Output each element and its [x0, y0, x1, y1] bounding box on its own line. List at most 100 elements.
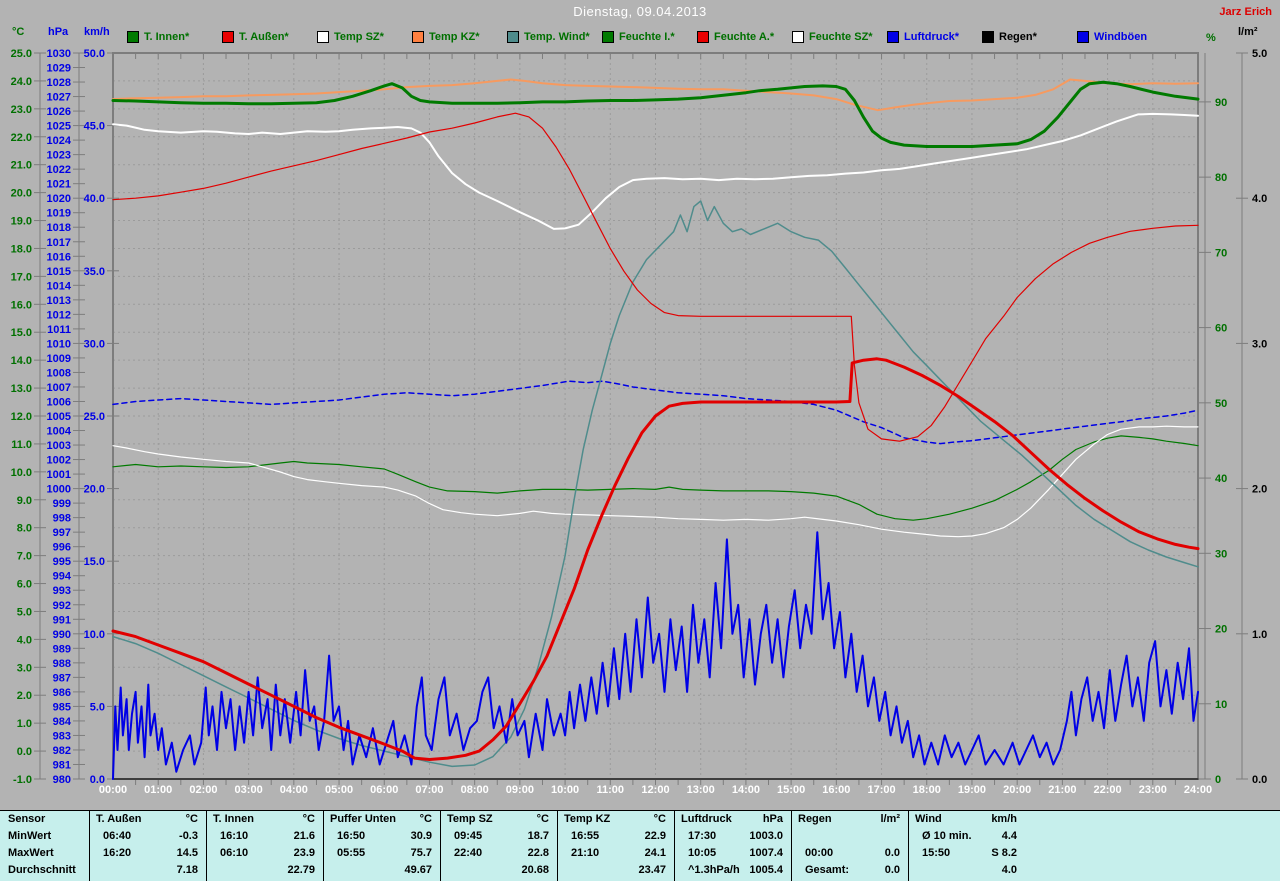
- svg-text:20:00: 20:00: [1003, 784, 1031, 796]
- table-column-regen: Regen l/m² 00:00 0.0 Gesamt: 0.0: [791, 811, 908, 881]
- table-cell-time: ^1.3hPa/h: [688, 864, 740, 876]
- table-col-unit: °C: [536, 813, 549, 825]
- chart-plot-area[interactable]: -1.0 0.0 1.0 2.0 3.0 4.0 5.0 6.0 7.0 8.0 9.0 10.0 11…: [0, 0, 1280, 806]
- svg-text:22.0: 22.0: [11, 132, 32, 144]
- svg-text:990: 990: [53, 629, 71, 641]
- svg-text:23.0: 23.0: [11, 104, 32, 116]
- svg-text:1023: 1023: [47, 150, 71, 162]
- svg-text:17:00: 17:00: [867, 784, 895, 796]
- table-col-unit: °C: [185, 813, 198, 825]
- svg-text:1002: 1002: [47, 455, 71, 467]
- svg-text:1.0: 1.0: [17, 718, 32, 730]
- svg-text:1.0: 1.0: [1252, 629, 1267, 641]
- svg-text:20: 20: [1215, 624, 1227, 636]
- svg-text:1004: 1004: [47, 426, 72, 438]
- svg-text:1001: 1001: [47, 469, 71, 481]
- svg-text:10: 10: [1215, 699, 1227, 711]
- table-column-puffer-unten: Puffer Unten °C 16:50 30.9 05:55 75.7 49.67: [323, 811, 440, 881]
- table-cell-time: [558, 862, 571, 879]
- svg-text:03:00: 03:00: [235, 784, 263, 796]
- svg-text:997: 997: [53, 527, 71, 539]
- table-cell-time: 16:20: [103, 847, 132, 859]
- celsius-axis: -1.0 0.0 1.0 2.0 3.0 4.0 5.0 6.0 7.0 8.0 9.0 10.0 11…: [11, 48, 46, 786]
- svg-text:989: 989: [53, 643, 71, 655]
- table-cell-value: 22.9: [644, 830, 666, 842]
- svg-text:1016: 1016: [47, 251, 71, 263]
- svg-text:1027: 1027: [47, 92, 71, 104]
- svg-text:19:00: 19:00: [958, 784, 986, 796]
- table-cell-value: 0.0: [884, 864, 900, 876]
- svg-text:35.0: 35.0: [84, 266, 105, 278]
- table-column-temp-sz: Temp SZ °C 09:45 18.7 22:40 22.8 20.68: [440, 811, 557, 881]
- svg-text:980: 980: [53, 774, 71, 786]
- svg-text:21.0: 21.0: [11, 160, 32, 172]
- svg-text:-1.0: -1.0: [13, 774, 32, 786]
- svg-text:10.0: 10.0: [11, 467, 32, 479]
- table-cell-value: 49.67: [404, 864, 432, 876]
- svg-text:5.0: 5.0: [90, 701, 105, 713]
- x-axis-labels: 00:00 01:00 02:00 03:00 04:00 05:00 06:00 07:00…: [99, 784, 1212, 796]
- svg-text:1005: 1005: [47, 411, 71, 423]
- table-cell-time: 22:40: [454, 847, 483, 859]
- table-cell-time: 10:05: [688, 847, 717, 859]
- table-col-name: T. Innen: [213, 813, 254, 825]
- svg-text:01:00: 01:00: [144, 784, 172, 796]
- svg-text:16:00: 16:00: [822, 784, 850, 796]
- table-cell-time: [792, 828, 805, 845]
- svg-text:05:00: 05:00: [325, 784, 353, 796]
- svg-text:40.0: 40.0: [84, 193, 105, 205]
- svg-text:6.0: 6.0: [17, 579, 32, 591]
- svg-text:14.0: 14.0: [11, 355, 32, 367]
- svg-text:25.0: 25.0: [11, 48, 32, 60]
- svg-text:1021: 1021: [47, 179, 71, 191]
- table-row-labels: Sensor MinWert MaxWert Durchschnitt: [0, 811, 89, 881]
- svg-text:1025: 1025: [47, 121, 71, 133]
- svg-text:06:00: 06:00: [370, 784, 398, 796]
- svg-text:1030: 1030: [47, 48, 71, 60]
- svg-text:985: 985: [53, 701, 71, 713]
- svg-text:9.0: 9.0: [17, 495, 32, 507]
- table-cell-value: 14.5: [176, 847, 198, 859]
- svg-text:1011: 1011: [47, 324, 71, 336]
- table-cell-time: 16:50: [337, 830, 366, 842]
- svg-text:16.0: 16.0: [11, 299, 32, 311]
- svg-text:30.0: 30.0: [84, 338, 105, 350]
- svg-text:7.0: 7.0: [17, 551, 32, 563]
- svg-text:15.0: 15.0: [11, 327, 32, 339]
- table-cell-time: 05:55: [337, 847, 366, 859]
- svg-text:00:00: 00:00: [99, 784, 127, 796]
- svg-text:987: 987: [53, 672, 71, 684]
- svg-text:70: 70: [1215, 247, 1227, 259]
- svg-text:1018: 1018: [47, 222, 71, 234]
- svg-text:1017: 1017: [47, 237, 71, 249]
- series-line-temp-sz: [112, 112, 1199, 230]
- svg-text:1012: 1012: [47, 309, 71, 321]
- svg-text:1006: 1006: [47, 396, 71, 408]
- table-cell-value: [900, 828, 908, 845]
- svg-text:11:00: 11:00: [597, 784, 625, 796]
- table-col-name: Temp SZ: [447, 813, 493, 825]
- svg-text:18.0: 18.0: [11, 243, 32, 255]
- table-col-unit: °C: [302, 813, 315, 825]
- table-cell-value: -0.3: [179, 830, 198, 842]
- table-cell-time: [909, 862, 922, 879]
- svg-text:4.0: 4.0: [1252, 193, 1267, 205]
- table-cell-value: 75.7: [410, 847, 432, 859]
- table-cell-time: [324, 862, 337, 879]
- svg-text:1008: 1008: [47, 367, 71, 379]
- svg-text:1029: 1029: [47, 63, 71, 75]
- svg-text:0: 0: [1215, 774, 1221, 786]
- table-cell-value: 22.79: [287, 864, 315, 876]
- svg-text:995: 995: [53, 556, 71, 568]
- table-row-label: Sensor: [8, 813, 46, 825]
- table-cell-time: [441, 862, 454, 879]
- table-cell-value: 7.18: [176, 864, 198, 876]
- table-cell-value: S 8.2: [991, 847, 1017, 859]
- svg-text:1019: 1019: [47, 208, 71, 220]
- table-cell-value: 1007.4: [749, 847, 783, 859]
- svg-text:12.0: 12.0: [11, 411, 32, 423]
- svg-text:8.0: 8.0: [17, 523, 32, 535]
- svg-text:3.0: 3.0: [1252, 338, 1267, 350]
- table-col-name: Temp KZ: [564, 813, 611, 825]
- svg-text:10.0: 10.0: [84, 629, 105, 641]
